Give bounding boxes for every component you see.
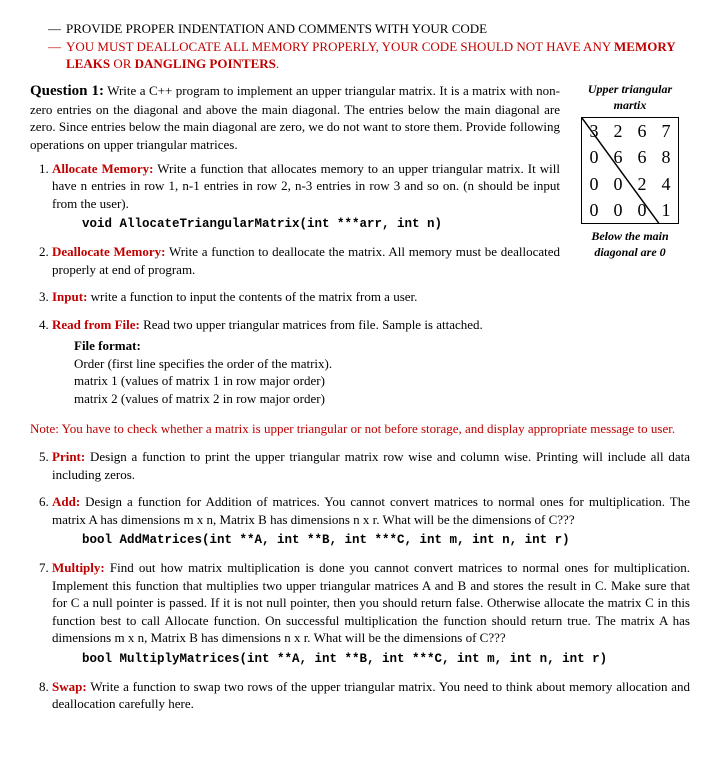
- task-4: Read from File: Read two upper triangula…: [52, 316, 690, 408]
- matrix-figure: Upper triangular martix 3267 0668 0024 0…: [570, 81, 690, 261]
- task-title: Deallocate Memory:: [52, 244, 165, 259]
- task-body: Design a function for Addition of matric…: [52, 494, 690, 527]
- figure-caption-top: Upper triangular martix: [570, 81, 690, 113]
- cell: 0: [606, 171, 630, 197]
- cell: 2: [606, 118, 630, 144]
- cell: 0: [582, 171, 606, 197]
- note-text: Note: You have to check whether a matrix…: [30, 420, 690, 438]
- task-body: Read two upper triangular matrices from …: [140, 317, 483, 332]
- file-format-line: matrix 1 (values of matrix 1 in row majo…: [74, 372, 690, 390]
- cell: 6: [630, 144, 654, 170]
- cell: 0: [582, 197, 606, 223]
- file-format-line: matrix 2 (values of matrix 2 in row majo…: [74, 390, 690, 408]
- cell: 6: [630, 118, 654, 144]
- cell: 8: [654, 144, 678, 170]
- task-2: Deallocate Memory: Write a function to d…: [52, 243, 560, 278]
- task-list-2: Print: Design a function to print the up…: [30, 448, 690, 713]
- rule-2a: YOU MUST DEALLOCATE ALL MEMORY PROPERLY,…: [66, 39, 614, 54]
- cell: 4: [654, 171, 678, 197]
- file-format-label: File format:: [74, 337, 690, 355]
- rule-2d: DANGLING POINTERS: [135, 56, 276, 71]
- rule-2c: OR: [110, 56, 135, 71]
- cell: 3: [582, 118, 606, 144]
- task-title: Input:: [52, 289, 87, 304]
- task-code: bool MultiplyMatrices(int **A, int **B, …: [82, 651, 690, 668]
- rule-2: YOU MUST DEALLOCATE ALL MEMORY PROPERLY,…: [48, 38, 690, 73]
- cell: 6: [606, 144, 630, 170]
- file-format-line: Order (first line specifies the order of…: [74, 355, 690, 373]
- task-7: Multiply: Find out how matrix multiplica…: [52, 559, 690, 668]
- rule-2e: .: [276, 56, 279, 71]
- cell: 0: [630, 197, 654, 223]
- matrix-box: 3267 0668 0024 0001: [581, 117, 679, 224]
- task-3: Input: write a function to input the con…: [52, 288, 690, 306]
- task-body: write a function to input the contents o…: [87, 289, 417, 304]
- task-code: bool AddMatrices(int **A, int **B, int *…: [82, 532, 690, 549]
- cell: 0: [582, 144, 606, 170]
- task-title: Allocate Memory:: [52, 161, 153, 176]
- cell: 2: [630, 171, 654, 197]
- question-block: Upper triangular martix 3267 0668 0024 0…: [30, 81, 690, 713]
- question-title: Question 1:: [30, 83, 104, 99]
- rule-1: PROVIDE PROPER INDENTATION AND COMMENTS …: [48, 20, 690, 38]
- task-body: Write a function to swap two rows of the…: [52, 679, 690, 712]
- task-body: Find out how matrix multiplication is do…: [52, 560, 690, 645]
- question-text: Question 1: Write a C++ program to imple…: [30, 81, 560, 154]
- cell: 0: [606, 197, 630, 223]
- task-title: Read from File:: [52, 317, 140, 332]
- cell: 1: [654, 197, 678, 223]
- figure-caption-bottom: Below the main diagonal are 0: [570, 228, 690, 260]
- task-5: Print: Design a function to print the up…: [52, 448, 690, 483]
- task-title: Swap:: [52, 679, 87, 694]
- task-body: Design a function to print the upper tri…: [52, 449, 690, 482]
- header-rules: PROVIDE PROPER INDENTATION AND COMMENTS …: [48, 20, 690, 73]
- question-body: Write a C++ program to implement an uppe…: [30, 83, 560, 152]
- file-format-block: File format: Order (first line specifies…: [74, 337, 690, 407]
- task-8: Swap: Write a function to swap two rows …: [52, 678, 690, 713]
- task-title: Multiply:: [52, 560, 105, 575]
- task-title: Print:: [52, 449, 85, 464]
- task-title: Add:: [52, 494, 80, 509]
- task-6: Add: Design a function for Addition of m…: [52, 493, 690, 549]
- cell: 7: [654, 118, 678, 144]
